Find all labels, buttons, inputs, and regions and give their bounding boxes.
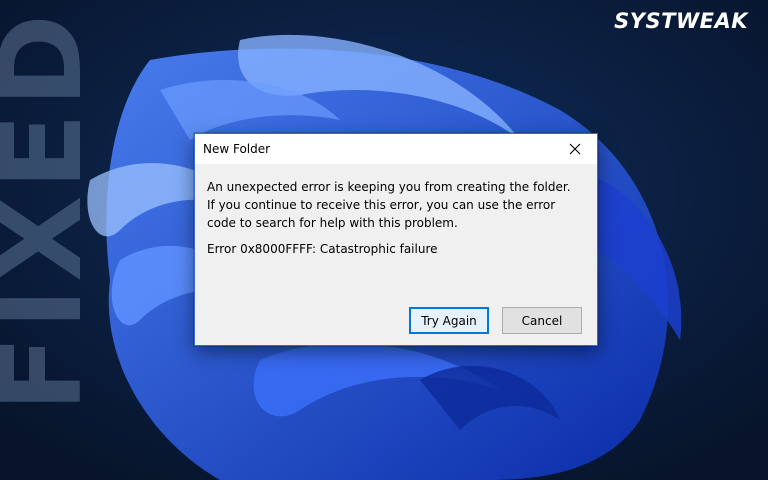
try-again-button[interactable]: Try Again xyxy=(409,307,489,334)
close-icon xyxy=(569,143,581,155)
error-code: Error 0x8000FFFF: Catastrophic failure xyxy=(207,242,438,256)
error-dialog: New Folder An unexpected error is keepin… xyxy=(194,133,598,346)
fixed-headline: FIXED xyxy=(0,7,107,412)
error-message: An unexpected error is keeping you from … xyxy=(207,180,571,230)
cancel-label: Cancel xyxy=(521,313,563,328)
systweak-logo: SYSTWEAK xyxy=(614,9,748,33)
dialog-titlebar: New Folder xyxy=(195,134,597,164)
dialog-title: New Folder xyxy=(203,142,271,156)
cancel-button[interactable]: Cancel xyxy=(502,307,582,334)
close-button[interactable] xyxy=(553,134,597,164)
try-again-label: Try Again xyxy=(421,313,477,328)
